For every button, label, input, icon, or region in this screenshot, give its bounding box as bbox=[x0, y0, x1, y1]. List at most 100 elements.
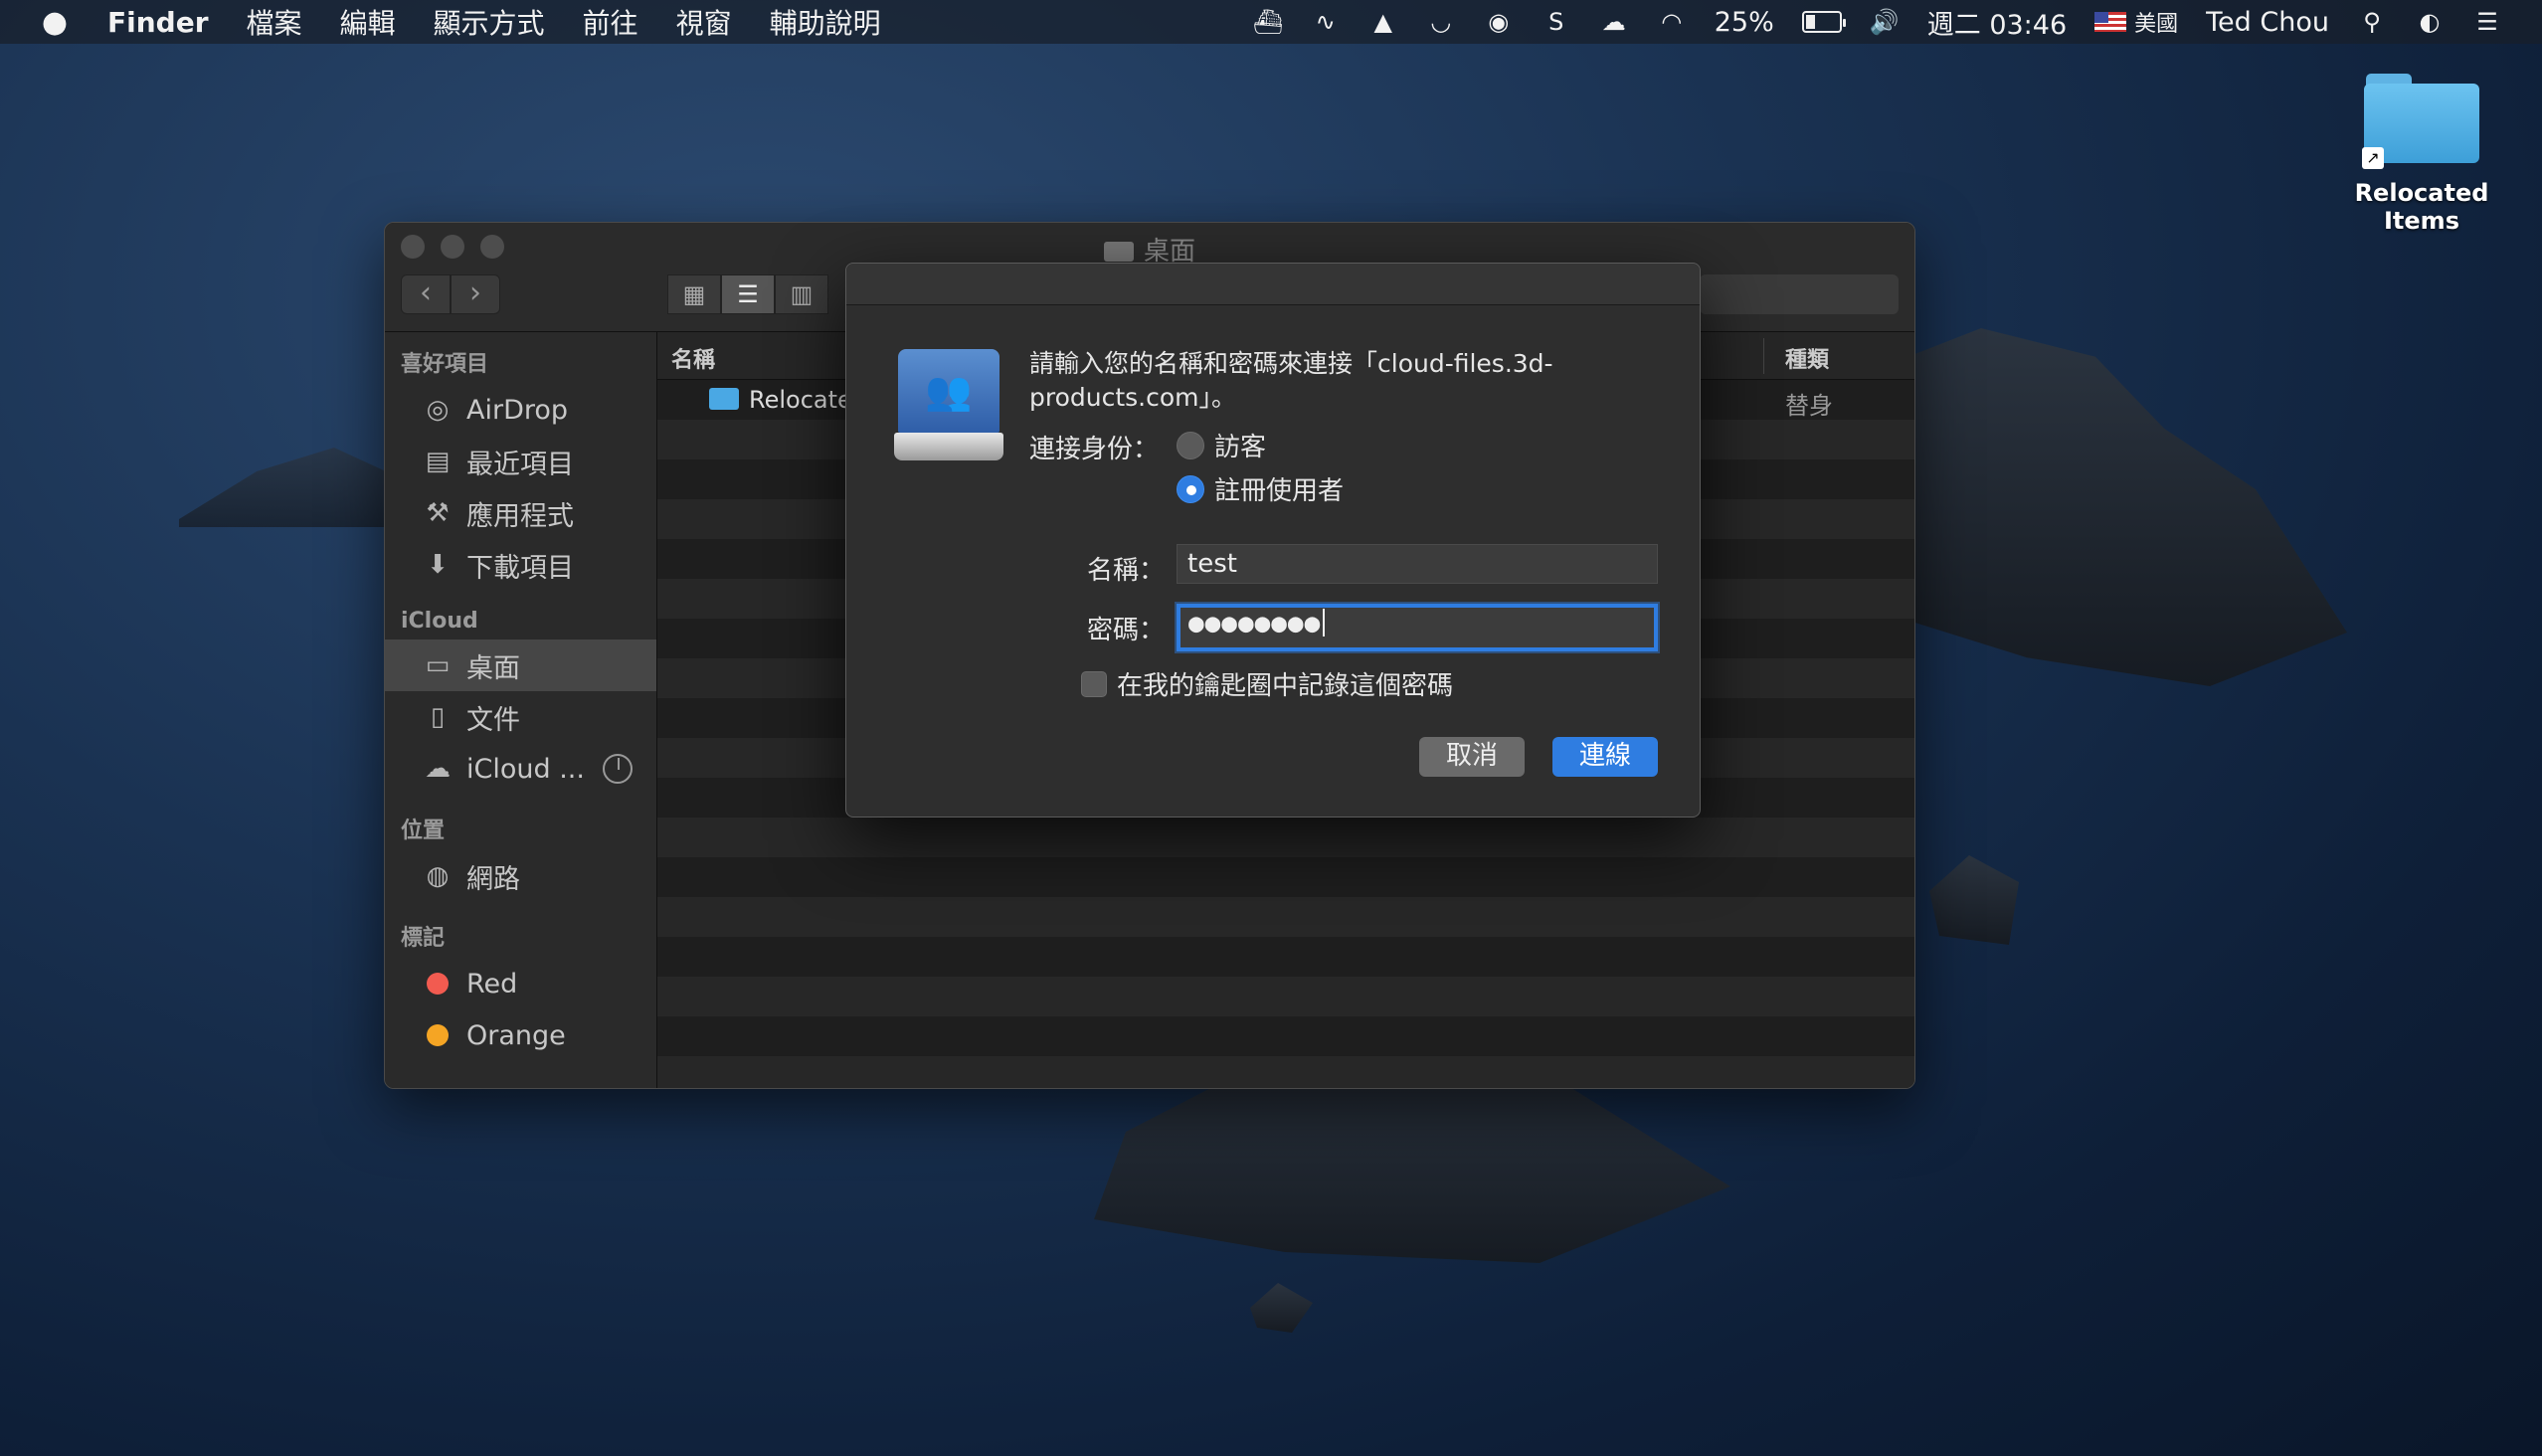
applications-icon: ⚒ bbox=[426, 498, 450, 528]
volume-icon[interactable]: 🔊 bbox=[1870, 7, 1900, 37]
sidebar-item-label: iCloud ... bbox=[466, 753, 585, 785]
battery-percent[interactable]: 25% bbox=[1715, 7, 1774, 38]
folder-icon bbox=[1103, 242, 1134, 262]
sidebar-item-network[interactable]: ◍ 網路 bbox=[385, 850, 656, 902]
remember-password-checkbox[interactable] bbox=[1081, 670, 1107, 697]
sidebar-item-label: 文件 bbox=[466, 704, 520, 736]
notification-center-icon[interactable]: ☰ bbox=[2472, 7, 2502, 37]
password-label: 密碼： bbox=[1086, 616, 1165, 645]
sidebar-item-tag-red[interactable]: Red bbox=[385, 958, 656, 1009]
view-mode-buttons: ▦ ☰ ▥ bbox=[667, 274, 828, 314]
sidebar-header-favorites: 喜好項目 bbox=[401, 352, 489, 377]
menu-file[interactable]: 檔案 bbox=[247, 2, 302, 42]
cloud-icon: ☁ bbox=[425, 754, 451, 784]
sidebar-item-tag-orange[interactable]: Orange bbox=[385, 1009, 656, 1061]
desktop-folder-label: Relocated Items bbox=[2354, 179, 2489, 235]
sidebar-item-applications[interactable]: ⚒ 應用程式 bbox=[385, 487, 656, 539]
password-field[interactable]: ●●●●●●●● bbox=[1177, 604, 1658, 651]
menu-go[interactable]: 前往 bbox=[583, 2, 638, 42]
app-menu[interactable]: Finder bbox=[107, 6, 209, 39]
radio-guest[interactable]: 訪客 bbox=[1177, 427, 1266, 463]
siri-icon[interactable]: ◐ bbox=[2415, 7, 2445, 37]
battery-fill bbox=[1805, 15, 1815, 29]
airdrop-icon: ◎ bbox=[426, 395, 450, 425]
list-view-button[interactable]: ☰ bbox=[721, 274, 775, 314]
sidebar-item-label: 下載項目 bbox=[466, 552, 574, 584]
back-button[interactable]: ‹ bbox=[401, 274, 451, 314]
remember-password-label: 在我的鑰匙圈中記錄這個密碼 bbox=[1117, 671, 1454, 701]
connect-button[interactable]: 連線 bbox=[1552, 737, 1658, 777]
cursor-icon[interactable]: ∿ bbox=[1311, 7, 1341, 37]
network-icon: ◍ bbox=[426, 861, 450, 891]
cancel-button[interactable]: 取消 bbox=[1419, 737, 1525, 777]
desktop-icon: ▭ bbox=[425, 650, 451, 680]
menu-bar: ● Finder 檔案 編輯 顯示方式 前往 視窗 輔助說明 ⛴ ∿ ▲ ◡ ◉… bbox=[0, 0, 2542, 44]
sidebar-header-tags: 標記 bbox=[401, 926, 446, 951]
sidebar-item-label: 最近項目 bbox=[466, 449, 574, 480]
connect-as-label: 連接身份： bbox=[1029, 435, 1160, 464]
column-header-kind[interactable]: 種類 bbox=[1785, 342, 1829, 374]
sidebar-item-label: AirDrop bbox=[466, 394, 569, 426]
file-name: Relocate bbox=[749, 386, 852, 414]
name-label: 名稱： bbox=[1086, 556, 1165, 586]
column-header-name[interactable]: 名稱 bbox=[671, 342, 715, 374]
s-icon[interactable]: S bbox=[1542, 7, 1571, 37]
island-rock bbox=[1929, 855, 2019, 945]
radio-registered-user[interactable]: 註冊使用者 bbox=[1177, 470, 1344, 507]
cloud-icon[interactable]: ☁ bbox=[1599, 7, 1629, 37]
text-caret bbox=[1323, 609, 1326, 637]
sidebar-header-locations: 位置 bbox=[401, 819, 446, 843]
sidebar-item-label: Orange bbox=[466, 1019, 566, 1051]
radio-registered-label: 註冊使用者 bbox=[1214, 476, 1345, 506]
sidebar-item-label: 桌面 bbox=[466, 652, 520, 684]
wifi-icon[interactable]: ◠ bbox=[1657, 7, 1687, 37]
desktop-folder-relocated-items[interactable]: ↗ Relocated Items bbox=[2337, 70, 2506, 235]
sidebar-item-recents[interactable]: ▤ 最近項目 bbox=[385, 436, 656, 487]
sidebar-item-label: 應用程式 bbox=[466, 500, 574, 532]
folder-icon: ↗ bbox=[2362, 70, 2481, 169]
sidebar-item-label: Red bbox=[466, 968, 518, 1000]
sidebar-item-airdrop[interactable]: ◎ AirDrop bbox=[385, 384, 656, 436]
line-icon[interactable]: ◉ bbox=[1484, 7, 1514, 37]
sidebar-item-documents[interactable]: ▯ 文件 bbox=[385, 691, 656, 743]
folder-alias-icon bbox=[709, 388, 739, 410]
password-value: ●●●●●●●● bbox=[1188, 609, 1322, 638]
sync-progress-icon bbox=[603, 754, 633, 784]
menu-help[interactable]: 輔助說明 bbox=[770, 2, 881, 42]
remember-password-option[interactable]: 在我的鑰匙圈中記錄這個密碼 bbox=[1081, 665, 1453, 702]
sidebar-item-icloud-drive[interactable]: ☁ iCloud ... bbox=[385, 743, 656, 795]
menu-window[interactable]: 視窗 bbox=[676, 2, 732, 42]
file-kind: 替身 bbox=[1785, 392, 1833, 420]
recents-icon: ▤ bbox=[425, 447, 451, 476]
clock[interactable]: 週二 03:46 bbox=[1927, 3, 2067, 42]
search-field[interactable] bbox=[1700, 274, 1899, 314]
alias-arrow-icon: ↗ bbox=[2362, 147, 2384, 169]
user-menu[interactable]: Ted Chou bbox=[2206, 7, 2329, 38]
apple-menu-icon[interactable]: ● bbox=[40, 5, 70, 40]
island-small bbox=[1250, 1283, 1313, 1333]
menu-edit[interactable]: 編輯 bbox=[340, 2, 396, 42]
forward-button[interactable]: › bbox=[451, 274, 500, 314]
sidebar-item-desktop[interactable]: ▭ 桌面 bbox=[385, 639, 656, 691]
column-view-button[interactable]: ▥ bbox=[775, 274, 828, 314]
docker-icon[interactable]: ⛴ bbox=[1253, 7, 1283, 37]
dialog-message: 請輸入您的名稱和密碼來連接「cloud-files.3d-products.co… bbox=[1029, 349, 1553, 412]
icon-view-button[interactable]: ▦ bbox=[667, 274, 721, 314]
menu-view[interactable]: 顯示方式 bbox=[434, 2, 545, 42]
input-source-label: 美國 bbox=[2134, 12, 2179, 37]
nav-buttons: ‹ › bbox=[401, 274, 500, 314]
radio-guest-label: 訪客 bbox=[1214, 433, 1267, 462]
radio-button-guest[interactable] bbox=[1177, 431, 1204, 459]
spotlight-search-icon[interactable]: ⚲ bbox=[2357, 7, 2387, 37]
name-field[interactable]: test bbox=[1177, 544, 1658, 584]
finder-sidebar: 喜好項目 ◎ AirDrop ▤ 最近項目 ⚒ 應用程式 ⬇ 下載項目 iClo… bbox=[385, 332, 657, 1088]
orange-tag-dot-icon bbox=[427, 1024, 449, 1046]
sidebar-item-downloads[interactable]: ⬇ 下載項目 bbox=[385, 539, 656, 591]
battery-icon[interactable] bbox=[1801, 11, 1846, 33]
input-source[interactable]: 美國 bbox=[2094, 6, 2178, 38]
dialog-titlebar bbox=[846, 264, 1700, 305]
drive-icon[interactable]: ▲ bbox=[1368, 7, 1398, 37]
red-tag-dot-icon bbox=[427, 973, 449, 995]
sync-icon[interactable]: ◡ bbox=[1426, 7, 1456, 37]
radio-button-registered-user[interactable] bbox=[1177, 474, 1204, 503]
